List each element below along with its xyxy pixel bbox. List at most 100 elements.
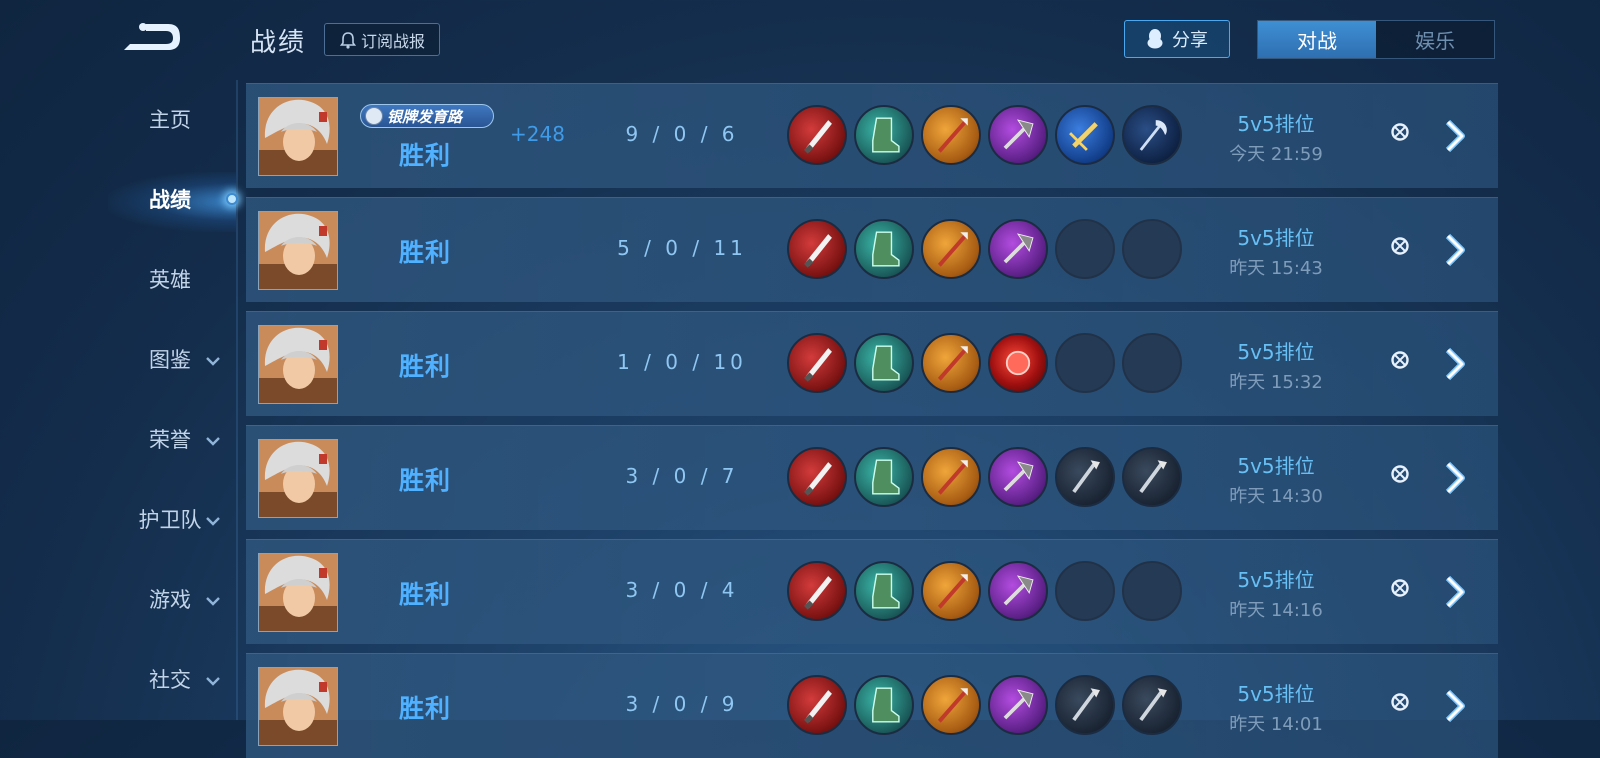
orange-lance-icon[interactable] bbox=[921, 219, 981, 279]
purple-axe-icon[interactable] bbox=[988, 105, 1048, 165]
game-mode: 5v5排位 bbox=[1237, 340, 1315, 364]
game-mode: 5v5排位 bbox=[1237, 568, 1315, 592]
sidebar-item-home[interactable]: 主页 bbox=[100, 99, 240, 139]
hero-portrait bbox=[258, 439, 338, 518]
back-button[interactable] bbox=[118, 18, 188, 58]
dark-spear-icon[interactable] bbox=[1055, 447, 1115, 507]
chevron-down-icon[interactable] bbox=[205, 355, 221, 367]
replay-icon[interactable] bbox=[1390, 236, 1410, 256]
kda-stat: 5 / 0 / 11 bbox=[617, 236, 747, 260]
red-blade-icon[interactable] bbox=[787, 105, 847, 165]
bell-icon bbox=[339, 31, 357, 49]
match-row[interactable]: 胜利 3 / 0 / 4 5v5排位昨天 14:16 bbox=[246, 539, 1498, 644]
red-blade-icon[interactable] bbox=[787, 447, 847, 507]
match-time: 昨天 15:32 bbox=[1229, 372, 1323, 393]
empty-item-slot bbox=[1122, 219, 1182, 279]
match-row[interactable]: 胜利 3 / 0 / 9 5v5排位 昨天 14:01 bbox=[246, 653, 1498, 758]
orange-lance-icon[interactable] bbox=[921, 675, 981, 735]
purple-axe-icon[interactable] bbox=[988, 561, 1048, 621]
red-blade-icon[interactable] bbox=[787, 561, 847, 621]
match-time: 昨天 14:16 bbox=[1229, 600, 1323, 621]
chevron-down-icon[interactable] bbox=[205, 675, 221, 687]
replay-icon[interactable] bbox=[1390, 350, 1410, 370]
chevron-right-icon[interactable] bbox=[1440, 232, 1470, 268]
green-boots-icon[interactable] bbox=[854, 333, 914, 393]
chevron-down-icon[interactable] bbox=[205, 515, 221, 527]
green-boots-icon[interactable] bbox=[854, 675, 914, 735]
green-boots-icon[interactable] bbox=[854, 561, 914, 621]
replay-icon[interactable] bbox=[1390, 692, 1410, 712]
purple-axe-icon[interactable] bbox=[988, 219, 1048, 279]
sidebar-item-heroes[interactable]: 英雄 bbox=[100, 259, 240, 299]
tab-battle[interactable]: 对战 bbox=[1258, 21, 1376, 58]
match-row[interactable]: 胜利 5 / 0 / 11 5v5排位昨天 15:43 bbox=[246, 197, 1498, 302]
purple-axe-icon[interactable] bbox=[988, 675, 1048, 735]
orange-lance-icon[interactable] bbox=[921, 105, 981, 165]
chevron-right-icon[interactable] bbox=[1440, 574, 1470, 610]
hero-portrait bbox=[258, 667, 338, 746]
sidebar-item-records[interactable]: 战绩 bbox=[100, 179, 240, 219]
kda-stat: 1 / 0 / 10 bbox=[617, 350, 747, 374]
red-orb-icon[interactable] bbox=[988, 333, 1048, 393]
replay-icon[interactable] bbox=[1390, 122, 1410, 142]
green-boots-icon[interactable] bbox=[854, 219, 914, 279]
chevron-right-icon[interactable] bbox=[1440, 346, 1470, 382]
chevron-down-icon[interactable] bbox=[205, 595, 221, 607]
game-mode: 5v5排位 bbox=[1237, 682, 1315, 706]
blue-scythe-icon[interactable] bbox=[1122, 105, 1182, 165]
hero-portrait bbox=[258, 325, 338, 404]
hero-portrait bbox=[258, 97, 338, 176]
dark-spear-icon[interactable] bbox=[1055, 675, 1115, 735]
tab-entertainment[interactable]: 娱乐 bbox=[1376, 21, 1494, 58]
match-result: 胜利 bbox=[398, 580, 451, 609]
match-row[interactable]: 银牌发育路 胜利 +248 9 / 0 / 6 5v5排位 今天 21:59 bbox=[246, 83, 1498, 188]
dark-spear-icon[interactable] bbox=[1122, 675, 1182, 735]
chevron-right-icon[interactable] bbox=[1440, 118, 1470, 154]
red-blade-icon[interactable] bbox=[787, 333, 847, 393]
replay-icon[interactable] bbox=[1390, 578, 1410, 598]
match-row[interactable]: 胜利 1 / 0 / 10 5v5排位 昨天 15:32 bbox=[246, 311, 1498, 416]
game-mode: 5v5排位 bbox=[1237, 454, 1315, 478]
match-time: 昨天 15:43 bbox=[1229, 258, 1323, 279]
empty-item-slot bbox=[1055, 333, 1115, 393]
purple-axe-icon[interactable] bbox=[988, 447, 1048, 507]
share-button[interactable]: 分享 bbox=[1124, 20, 1230, 58]
sidebar-rail bbox=[236, 80, 238, 720]
empty-item-slot bbox=[1055, 561, 1115, 621]
green-boots-icon[interactable] bbox=[854, 447, 914, 507]
rank-badge-label: 银牌发育路 bbox=[387, 107, 463, 126]
hero-portrait bbox=[258, 211, 338, 290]
chevron-right-icon[interactable] bbox=[1440, 688, 1470, 724]
dark-spear-icon[interactable] bbox=[1122, 447, 1182, 507]
green-boots-icon[interactable] bbox=[854, 105, 914, 165]
match-time: 今天 21:59 bbox=[1229, 144, 1323, 165]
chevron-down-icon[interactable] bbox=[205, 435, 221, 447]
replay-icon[interactable] bbox=[1390, 464, 1410, 484]
orange-lance-icon[interactable] bbox=[921, 447, 981, 507]
score-change: +248 bbox=[510, 122, 565, 146]
hero-portrait bbox=[258, 553, 338, 632]
game-mode: 5v5排位 bbox=[1237, 112, 1315, 136]
subscribe-label: 订阅战报 bbox=[360, 31, 425, 51]
mode-tab-bar: 对战 娱乐 bbox=[1257, 20, 1495, 59]
rank-badge: 银牌发育路 bbox=[360, 104, 494, 128]
page-title: 战绩 bbox=[250, 28, 307, 58]
match-time: 昨天 14:01 bbox=[1229, 714, 1323, 735]
kda-stat: 3 / 0 / 9 bbox=[625, 692, 739, 716]
orange-lance-icon[interactable] bbox=[921, 561, 981, 621]
match-result: 胜利 bbox=[398, 238, 451, 267]
orange-lance-icon[interactable] bbox=[921, 333, 981, 393]
red-blade-icon[interactable] bbox=[787, 675, 847, 735]
game-mode: 5v5排位 bbox=[1237, 226, 1315, 250]
match-result: 胜利 bbox=[398, 141, 451, 170]
red-blade-icon[interactable] bbox=[787, 219, 847, 279]
chevron-right-icon[interactable] bbox=[1440, 460, 1470, 496]
qq-penguin-icon bbox=[1147, 29, 1163, 49]
match-row[interactable]: 胜利 3 / 0 / 7 5v5排位 昨天 14:30 bbox=[246, 425, 1498, 530]
blue-gold-sword-icon[interactable] bbox=[1055, 105, 1115, 165]
match-result: 胜利 bbox=[398, 466, 451, 495]
rank-emblem-icon bbox=[365, 107, 383, 125]
kda-stat: 3 / 0 / 4 bbox=[625, 578, 739, 602]
kda-stat: 3 / 0 / 7 bbox=[625, 464, 739, 488]
subscribe-report-button[interactable]: 订阅战报 bbox=[324, 23, 440, 56]
